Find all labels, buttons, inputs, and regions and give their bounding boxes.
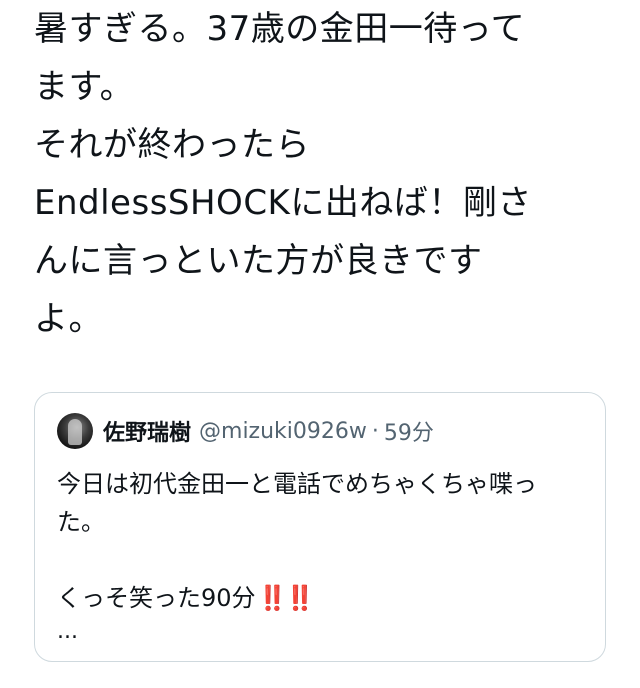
tweet-text: 暑すぎる。37歳の金田一待って ます。 それが終わったら EndlessSHOC… (34, 0, 624, 348)
quoted-tweet-line: くっそ笑った90分‼️‼️ (57, 579, 587, 617)
tweet-text-line: ます。 (34, 67, 135, 107)
truncation-ellipsis: ... (57, 619, 78, 644)
timestamp[interactable]: 59分 (384, 415, 434, 447)
quoted-tweet-card[interactable]: 佐野瑞樹 @mizuki0926w · 59分 今日は初代金田一と電話でめちゃく… (34, 392, 606, 662)
tweet-text-line: よ。 (34, 299, 103, 339)
author-handle[interactable]: @mizuki0926w (199, 419, 367, 444)
tweet-text-line: んに言っといた方が良きです (34, 241, 483, 281)
separator-dot: · (371, 418, 379, 444)
author-name[interactable]: 佐野瑞樹 (103, 415, 191, 447)
quoted-tweet-header: 佐野瑞樹 @mizuki0926w · 59分 (57, 413, 434, 449)
tweet-text-line: EndlessSHOCKに出ねば！剛さ (34, 183, 532, 223)
tweet-text-line: 暑すぎる。37歳の金田一待って (34, 9, 526, 49)
double-exclamation-icon: ‼️‼️ (257, 584, 316, 612)
avatar[interactable] (57, 413, 93, 449)
quoted-tweet-line-text: くっそ笑った90分 (57, 584, 256, 612)
avatar-figure (68, 419, 82, 445)
quoted-tweet-line: 今日は初代金田一と電話でめちゃくちゃ喋っ (57, 470, 537, 498)
quoted-tweet-line: た。 (57, 508, 105, 536)
quoted-tweet-line (57, 541, 587, 579)
quoted-tweet-text: 今日は初代金田一と電話でめちゃくちゃ喋っ た。 くっそ笑った90分‼️‼️ (57, 465, 587, 617)
tweet-text-line: それが終わったら (34, 125, 310, 165)
